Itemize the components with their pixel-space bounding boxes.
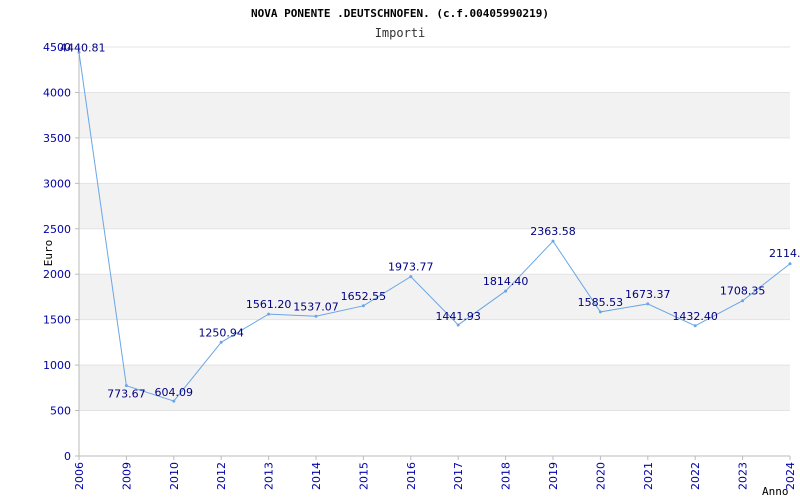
x-tick-label: 2010 [168,462,181,490]
grid-band [79,92,790,138]
y-axis-label: Euro [42,240,55,267]
data-label: 1432.40 [672,310,718,323]
x-axis-ticks: 2006 2009 2010 2012 2013 2014 2015 2016 2017 2018… [73,456,797,490]
x-tick-label: 2009 [120,462,133,490]
y-tick-label: 2500 [43,223,71,236]
y-tick-label: 3000 [43,177,71,190]
x-tick-label: 2021 [642,462,655,490]
y-tick-label: 500 [50,405,71,418]
x-tick-label: 2013 [263,462,276,490]
y-tick-label: 1500 [43,314,71,327]
data-label: 1585.53 [578,296,624,309]
data-point [646,302,650,306]
y-tick-label: 2000 [43,268,71,281]
x-tick-label: 2014 [310,462,323,490]
x-tick-label: 2019 [547,462,560,490]
data-point [456,323,460,327]
data-point [361,304,365,308]
x-tick-label: 2018 [500,462,513,490]
data-point [741,299,745,303]
x-tick-label: 2006 [73,462,86,490]
background-bands [79,92,790,411]
data-point [172,399,176,403]
grid-band [79,183,790,229]
data-label: 773.67 [107,388,146,401]
x-tick-label: 2023 [737,462,750,490]
data-point [788,262,792,266]
data-label: 1441.93 [435,310,481,323]
x-tick-label: 2017 [452,462,465,490]
y-tick-label: 4000 [43,86,71,99]
y-tick-label: 1000 [43,359,71,372]
data-label: 1673.37 [625,288,671,301]
data-point [598,310,602,314]
data-label: 2363.58 [530,225,576,238]
data-point [551,239,555,243]
x-tick-label: 2012 [215,462,228,490]
data-label: 1652.55 [341,290,387,303]
data-label: 604.09 [155,386,194,399]
data-point [409,275,413,279]
data-label: 4440.81 [60,41,106,54]
x-tick-label: 2020 [594,462,607,490]
data-label: 1973.77 [388,261,434,274]
chart-title: NOVA PONENTE .DEUTSCHNOFEN. (c.f.0040599… [251,7,549,20]
data-point [693,324,697,328]
y-tick-label: 3500 [43,132,71,145]
data-point [504,289,508,293]
data-label: 1708.35 [720,285,766,298]
data-label: 1250.94 [198,326,244,339]
data-label: 1814.40 [483,275,529,288]
data-label: 1561.20 [246,298,292,311]
chart: 050010001500200025003000350040004500 200… [42,7,800,498]
x-tick-label: 2022 [689,462,702,490]
data-label: 2114.9 [769,247,800,260]
x-tick-label: 2016 [405,462,418,490]
x-axis-label: Anno [762,485,789,498]
data-point [314,314,318,318]
y-tick-label: 0 [64,450,71,463]
data-point [219,340,223,344]
x-tick-label: 2015 [357,462,370,490]
data-label: 1537.07 [293,300,339,313]
data-point [267,312,271,316]
chart-subtitle: Importi [375,26,426,40]
